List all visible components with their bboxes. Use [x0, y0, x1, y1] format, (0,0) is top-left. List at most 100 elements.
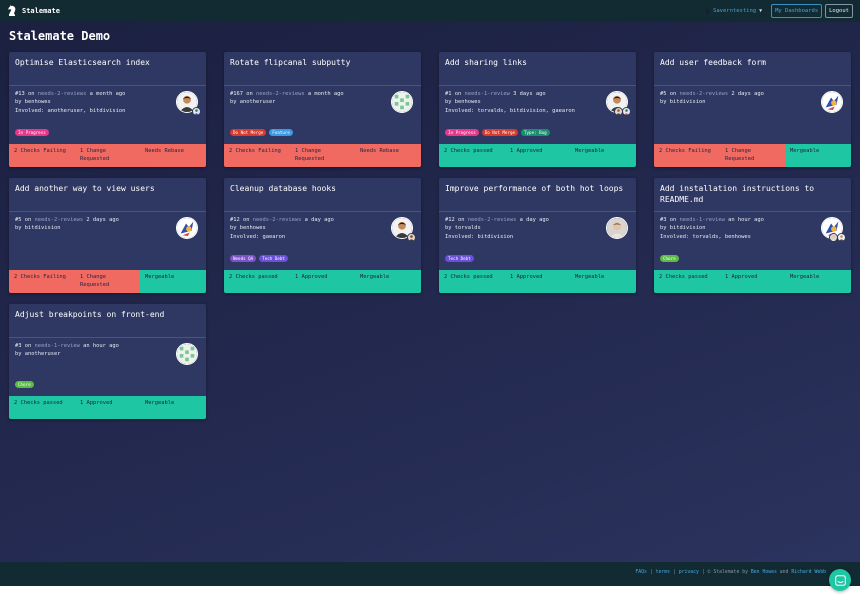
on-text: on — [24, 91, 38, 97]
my-dashboards-button[interactable]: My Dashboards — [771, 4, 823, 18]
knight-logo-icon — [8, 5, 16, 16]
pr-age: 2 days ago — [83, 217, 119, 223]
pr-number: #12 — [230, 217, 240, 223]
checks-status: 2 Checks Failing — [224, 144, 290, 167]
on-text: on — [454, 217, 468, 223]
label-in-progress: In Progress — [15, 129, 49, 136]
user-menu-dropdown[interactable]: Saverntesting ▼ — [705, 8, 762, 15]
pr-title[interactable]: Add installation instructions to README.… — [660, 183, 845, 205]
pr-involved: Involved: torvalds, benhowes — [660, 233, 751, 240]
knight-icon — [705, 8, 710, 14]
pr-card[interactable]: Add user feedback form #5 on needs-2-rev… — [654, 52, 851, 167]
review-status: 1 Change Requested — [75, 270, 140, 293]
pr-stage: needs-2-reviews — [679, 91, 729, 97]
pr-age: 3 days ago — [509, 91, 546, 97]
pr-card[interactable]: Adjust breakpoints on front-end #3 on ne… — [9, 304, 206, 419]
brand-link[interactable]: Stalemate — [7, 5, 60, 17]
illustrated-avatar — [821, 91, 843, 113]
status-bar: 2 Checks passed 1 Approved Mergeable — [439, 144, 636, 167]
pr-author: by anotheruser — [230, 99, 276, 106]
author-link[interactable]: Ben Howes — [751, 570, 777, 575]
card-divider — [654, 85, 851, 86]
pr-title[interactable]: Improve performance of both hot loops — [445, 183, 630, 194]
pr-card[interactable]: Optimise Elasticsearch index #13 on need… — [9, 52, 206, 167]
pr-meta: #3 on needs-1-review an hour ago by bitd… — [660, 216, 811, 241]
labels: Tech Debt — [445, 255, 474, 262]
pr-title[interactable]: Optimise Elasticsearch index — [15, 57, 200, 68]
merge-status: Mergeable — [785, 144, 851, 167]
pr-meta: #167 on needs-2-reviews a month ago by a… — [230, 90, 381, 107]
pr-title[interactable]: Rotate flipcanal subputty — [230, 57, 415, 68]
label-needs-qa: Needs QA — [230, 255, 257, 262]
avatar-mini — [192, 107, 201, 116]
pr-meta: #12 on needs-2-reviews a day ago by benh… — [230, 216, 381, 241]
pr-age: a day ago — [516, 217, 549, 223]
footer: FAQs | terms | privacy | © Stalemate by … — [0, 562, 860, 586]
terms-link[interactable]: terms — [656, 570, 670, 575]
pr-title[interactable]: Add sharing links — [445, 57, 630, 68]
avatar-group — [606, 217, 630, 241]
labels: In Progress — [15, 129, 49, 136]
merge-status: Mergeable — [355, 270, 421, 293]
logout-button[interactable]: Logout — [825, 4, 853, 18]
pr-stage: needs-2-reviews — [255, 91, 305, 97]
review-status: 1 Approved — [290, 270, 355, 293]
pr-title[interactable]: Adjust breakpoints on front-end — [15, 309, 200, 320]
merge-status: Mergeable — [570, 270, 636, 293]
pr-meta: #1 on needs-1-review 3 days ago by benho… — [445, 90, 596, 115]
pr-author: by bitdivision — [660, 225, 706, 232]
pr-involved: Involved: gaearon — [230, 233, 286, 240]
pr-stage: needs-1-review — [679, 217, 725, 223]
pr-number: #167 — [230, 91, 243, 97]
pr-card[interactable]: Rotate flipcanal subputty #167 on needs-… — [224, 52, 421, 167]
avatar-group — [821, 91, 845, 115]
status-bar: 2 Checks passed 1 Approved Mergeable — [9, 396, 206, 419]
illustrated-avatar — [176, 217, 198, 239]
on-text: on — [21, 343, 35, 349]
pr-title[interactable]: Add user feedback form — [660, 57, 845, 68]
author-link[interactable]: Richard Webb — [791, 570, 826, 575]
review-status: 1 Approved — [720, 270, 785, 293]
merge-status: Needs Rebase — [355, 144, 421, 167]
pr-card[interactable]: Cleanup database hooks #12 on needs-2-re… — [224, 178, 421, 293]
labels: In Progress Do Not Merge Type: Bug — [445, 129, 550, 136]
avatar-group — [821, 217, 846, 242]
pr-card[interactable]: Add another way to view users #5 on need… — [9, 178, 206, 293]
username: Saverntesting — [713, 8, 757, 14]
status-bar: 2 Checks passed 1 Approved Mergeable — [439, 270, 636, 293]
pr-title[interactable]: Add another way to view users — [15, 183, 200, 194]
on-text: on — [239, 217, 253, 223]
avatar-mini — [622, 107, 631, 116]
pr-age: an hour ago — [724, 217, 764, 223]
pr-meta: #12 on needs-2-reviews a day ago by torv… — [445, 216, 596, 241]
pr-stage: needs-1-review — [464, 91, 510, 97]
labels: Chore — [660, 255, 679, 262]
review-status: 1 Approved — [505, 270, 570, 293]
checks-status: 2 Checks Failing — [9, 144, 75, 167]
pr-number: #12 — [445, 217, 455, 223]
review-status: 1 Change Requested — [290, 144, 355, 167]
card-divider — [654, 211, 851, 212]
on-text: on — [21, 217, 35, 223]
pr-card[interactable]: Improve performance of both hot loops #1… — [439, 178, 636, 293]
card-divider — [9, 337, 206, 338]
privacy-link[interactable]: privacy — [679, 570, 699, 575]
pr-stage: needs-2-reviews — [252, 217, 302, 223]
faqs-link[interactable]: FAQs — [635, 570, 647, 575]
pr-title[interactable]: Cleanup database hooks — [230, 183, 415, 194]
pr-stage: needs-2-reviews — [467, 217, 517, 223]
status-bar: 2 Checks Failing 1 Change Requested Merg… — [9, 270, 206, 293]
pr-stage: needs-2-reviews — [34, 217, 84, 223]
pr-involved: Involved: anotheruser, bitdivision — [15, 107, 126, 114]
card-divider — [439, 85, 636, 86]
pr-number: #13 — [15, 91, 25, 97]
pr-card[interactable]: Add installation instructions to README.… — [654, 178, 851, 293]
avatar-group — [606, 91, 631, 116]
pr-age: a day ago — [301, 217, 334, 223]
checks-status: 2 Checks Failing — [9, 270, 75, 293]
card-divider — [9, 211, 206, 212]
label-tech-debt: Tech Debt — [259, 255, 288, 262]
pr-stage: needs-1-review — [34, 343, 80, 349]
pr-card[interactable]: Add sharing links #1 on needs-1-review 3… — [439, 52, 636, 167]
chat-button[interactable] — [829, 569, 851, 591]
